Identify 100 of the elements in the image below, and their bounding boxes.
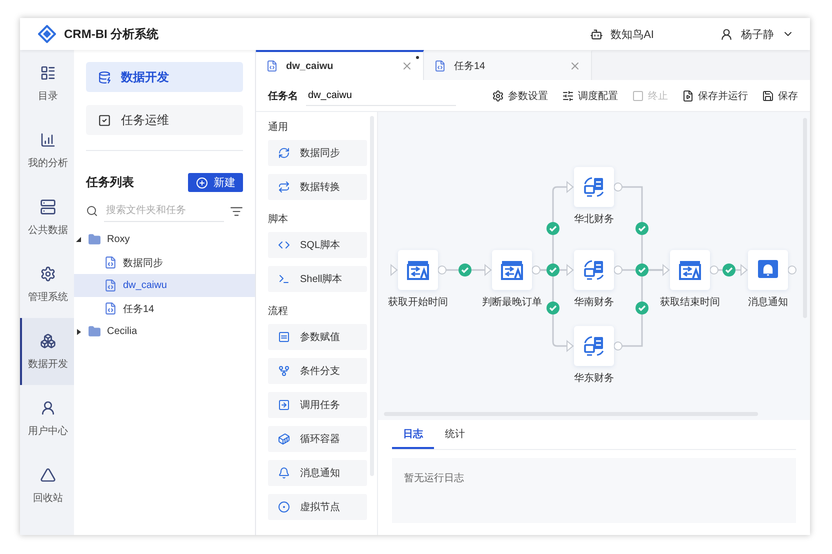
palette-item[interactable]: 数据转换 <box>268 174 367 200</box>
task-node[interactable] <box>574 326 614 366</box>
tree-item[interactable]: dw_caiwu <box>74 274 255 297</box>
nav-item[interactable]: 管理系统 <box>20 251 74 318</box>
nav-item[interactable]: 数据开发 <box>20 318 74 385</box>
search-icon <box>86 205 98 217</box>
nav-label: 回收站 <box>33 492 63 504</box>
assign-node-icon <box>407 260 429 280</box>
nav-item[interactable]: 用户中心 <box>20 385 74 452</box>
new-button[interactable]: 新建 <box>188 173 243 192</box>
toolbar-button[interactable]: 保存并运行 <box>682 88 748 102</box>
output-port-icon <box>614 266 622 274</box>
log-tab[interactable]: 日志 <box>392 420 434 449</box>
palette-label: Shell脚本 <box>300 272 342 286</box>
repeat-icon <box>278 181 290 193</box>
tree-item[interactable]: 数据同步 <box>74 251 255 274</box>
nav-item[interactable]: 我的分析 <box>20 117 74 184</box>
code-icon <box>278 239 290 251</box>
collapsed-caret-icon <box>76 328 82 334</box>
output-port-icon <box>614 342 622 350</box>
user-menu[interactable]: 杨子静 <box>741 26 774 42</box>
tree-item[interactable]: 任务14 <box>74 297 255 320</box>
save-icon <box>762 90 774 102</box>
nav-label: 目录 <box>38 90 58 102</box>
fork-icon <box>278 365 290 377</box>
bell-icon <box>278 467 290 479</box>
tab-label: 任务14 <box>454 60 486 73</box>
server-sync-icon <box>583 260 605 280</box>
palette-item[interactable]: 循环容器 <box>268 426 367 452</box>
section-title: 任务列表 <box>86 174 134 191</box>
terminal-icon <box>278 273 290 285</box>
node-label: 判断最晚订单 <box>482 296 542 309</box>
editor-tab[interactable]: 任务14 <box>424 50 592 80</box>
nav-item[interactable]: 公共数据 <box>20 184 74 251</box>
filter-icon[interactable] <box>230 204 243 218</box>
nav-label: 公共数据 <box>28 224 68 236</box>
assistant-link[interactable]: 数知鸟AI <box>610 26 654 42</box>
search-field[interactable]: 搜索文件夹和任务 <box>104 200 224 222</box>
palette-item[interactable]: 条件分支 <box>268 358 367 384</box>
user-icon[interactable] <box>720 28 733 40</box>
toolbar-button[interactable]: 保存 <box>762 88 798 102</box>
bar-chart-icon <box>40 132 56 148</box>
task-node[interactable] <box>398 250 438 290</box>
palette-label: 调用任务 <box>300 399 340 412</box>
tree-label: 任务14 <box>123 302 154 316</box>
app-title: CRM-BI 分析系统 <box>64 26 159 42</box>
output-port-icon <box>532 266 540 274</box>
editor-tab[interactable]: dw_caiwu <box>256 50 424 80</box>
palette-label: 消息通知 <box>300 466 340 480</box>
palette-item[interactable]: SQL脚本 <box>268 232 367 258</box>
success-check-icon <box>722 264 736 276</box>
group-title: 通用 <box>268 120 289 135</box>
task-node[interactable] <box>670 250 710 290</box>
task-node[interactable] <box>492 250 532 290</box>
nav-item[interactable]: 目录 <box>20 50 74 117</box>
close-icon[interactable] <box>569 60 581 72</box>
tree-item[interactable]: Cecilia <box>74 320 255 343</box>
toolbar-button[interactable]: 参数设置 <box>492 88 548 102</box>
palette-item[interactable]: 消息通知 <box>268 460 367 486</box>
plus-icon <box>196 176 208 188</box>
server-sync-icon <box>583 336 605 356</box>
task-file-icon <box>266 60 278 72</box>
sliders-icon <box>562 90 574 102</box>
settings-icon <box>492 90 504 102</box>
output-port-icon <box>614 182 622 192</box>
tree-label: Cecilia <box>107 326 138 337</box>
task-node[interactable] <box>574 250 614 290</box>
assign-node-icon <box>679 260 701 280</box>
palette-item[interactable]: 调用任务 <box>268 392 367 418</box>
user-icon <box>40 400 56 416</box>
module-item[interactable]: 任务运维 <box>86 105 243 135</box>
tree-item[interactable]: Roxy <box>74 228 255 251</box>
equals-icon <box>278 331 290 343</box>
node-label: 消息通知 <box>748 296 788 309</box>
palette-item[interactable]: 虚拟节点 <box>268 494 367 520</box>
output-port-icon <box>788 266 796 274</box>
nav-item[interactable]: 回收站 <box>20 452 74 519</box>
bell-icon <box>758 260 778 280</box>
gear-icon <box>40 266 56 282</box>
palette-label: 参数赋值 <box>300 330 340 344</box>
list-icon <box>40 64 56 80</box>
checkbox-icon <box>98 114 111 126</box>
palette-item[interactable]: 参数赋值 <box>268 324 367 350</box>
folder-icon <box>88 325 101 338</box>
assign-node-icon <box>501 260 523 280</box>
task-file-icon <box>104 279 117 292</box>
palette-item[interactable]: Shell脚本 <box>268 266 367 292</box>
log-tab[interactable]: 统计 <box>434 420 476 449</box>
module-item[interactable]: 数据开发 <box>86 62 243 92</box>
toolbar-button[interactable]: 调度配置 <box>562 88 618 102</box>
task-node[interactable] <box>574 167 614 207</box>
close-icon[interactable] <box>401 60 413 72</box>
nav-label: 数据开发 <box>28 358 68 370</box>
output-port-icon <box>438 266 446 274</box>
robot-icon[interactable] <box>590 28 603 40</box>
palette-item[interactable]: 数据同步 <box>268 140 367 166</box>
tree-label: 数据同步 <box>123 256 163 270</box>
task-node[interactable] <box>748 250 788 290</box>
success-check-icon <box>636 264 648 276</box>
palette-label: 虚拟节点 <box>300 500 340 514</box>
